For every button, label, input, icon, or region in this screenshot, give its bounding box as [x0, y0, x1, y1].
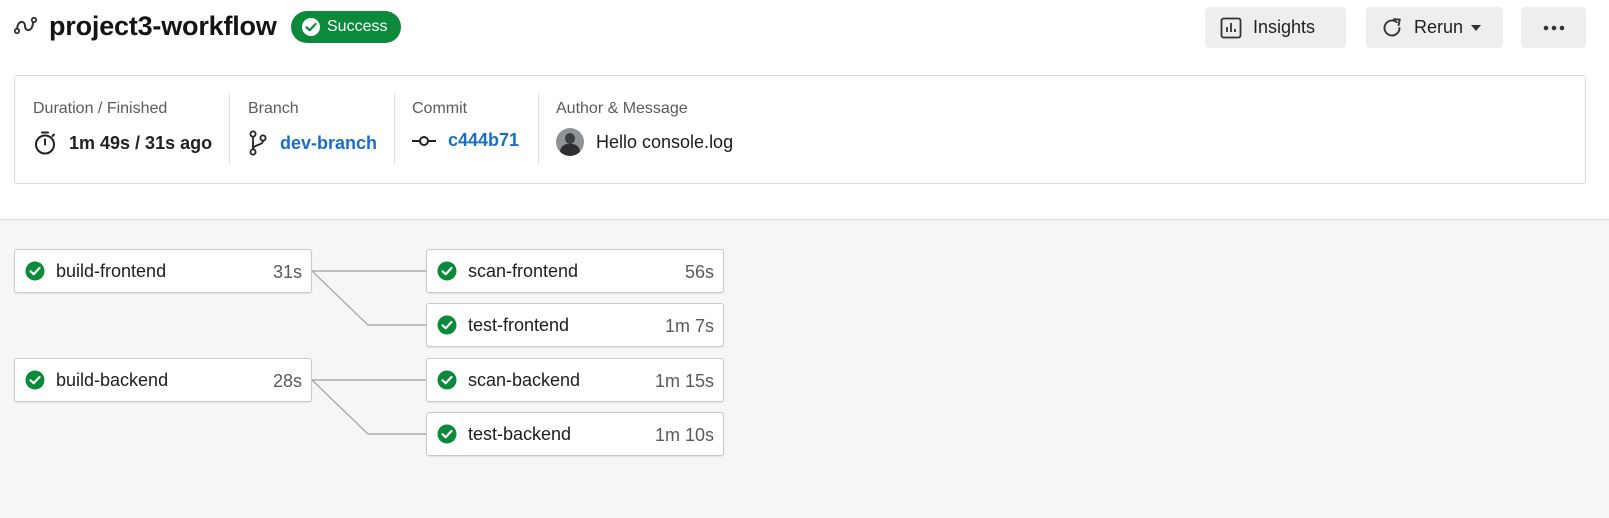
page-title: project3-workflow	[49, 11, 277, 41]
job-duration: 1m 15s	[654, 371, 714, 391]
avatar	[556, 128, 584, 156]
bar-chart-icon	[1220, 17, 1242, 38]
check-circle-icon	[25, 370, 45, 390]
rerun-button[interactable]: Rerun	[1366, 7, 1503, 48]
check-circle-icon	[437, 424, 457, 444]
job-card[interactable]: scan-frontend 56s	[426, 249, 724, 293]
status-badge-label: Success	[327, 18, 388, 35]
job-name: build-backend	[56, 369, 169, 390]
pipeline-summary: Duration / Finished 1m 49s / 31s ago Bra…	[14, 75, 1586, 184]
job-card[interactable]: scan-backend 1m 15s	[426, 358, 724, 402]
divider	[229, 94, 230, 164]
more-actions-button[interactable]	[1521, 7, 1586, 48]
job-duration: 1m 10s	[654, 425, 714, 445]
job-card[interactable]: build-backend 28s	[14, 358, 312, 402]
job-card[interactable]: test-frontend 1m 7s	[426, 303, 724, 347]
job-name: build-frontend	[56, 260, 167, 281]
check-circle-icon	[437, 315, 457, 335]
insights-button-label: Insights	[1253, 17, 1316, 37]
chevron-down-icon[interactable]	[1471, 24, 1482, 31]
refresh-icon	[1383, 17, 1401, 36]
check-circle-icon	[302, 18, 320, 36]
check-circle-icon	[25, 261, 45, 281]
duration-text: 1m 49s / 31s ago	[69, 132, 213, 153]
git-branch-icon	[249, 130, 267, 156]
branch-caption: Branch	[248, 100, 299, 117]
stopwatch-icon	[35, 131, 55, 155]
commit-link[interactable]: c444b71	[448, 130, 519, 151]
job-name: test-frontend	[468, 314, 570, 335]
job-card[interactable]: test-backend 1m 10s	[426, 412, 724, 456]
job-duration: 1m 7s	[664, 316, 714, 336]
branch-link[interactable]: dev-branch	[280, 133, 377, 154]
pipeline-graph: build-frontend 31s build-backend 28s sca…	[0, 219, 1609, 518]
author-value: Hello console.log	[556, 128, 733, 156]
check-circle-icon	[437, 261, 457, 281]
duration-caption: Duration / Finished	[33, 100, 168, 117]
duration-value: 1m 49s / 31s ago	[33, 130, 212, 156]
commit-message: Hello console.log	[596, 131, 734, 152]
job-name: scan-frontend	[468, 260, 579, 281]
workflow-icon	[14, 16, 38, 35]
divider	[394, 94, 395, 164]
branch-value: dev-branch	[248, 130, 377, 156]
job-duration: 28s	[272, 371, 302, 391]
ellipsis-icon	[1543, 25, 1564, 30]
workflow-header: project3-workflow Success Insights Rerun	[0, 0, 1609, 56]
git-commit-icon	[412, 135, 436, 146]
job-card[interactable]: build-frontend 31s	[14, 249, 312, 293]
status-badge: Success	[291, 11, 402, 43]
job-name: test-backend	[468, 423, 572, 444]
rerun-button-label: Rerun	[1414, 17, 1464, 37]
divider	[538, 94, 539, 164]
job-duration: 56s	[684, 262, 714, 282]
check-circle-icon	[437, 370, 457, 390]
author-caption: Author & Message	[556, 100, 688, 117]
job-duration: 31s	[272, 262, 302, 282]
commit-value: c444b71	[412, 130, 519, 151]
commit-caption: Commit	[412, 100, 468, 117]
insights-button[interactable]: Insights	[1205, 7, 1346, 48]
job-name: scan-backend	[468, 369, 581, 390]
